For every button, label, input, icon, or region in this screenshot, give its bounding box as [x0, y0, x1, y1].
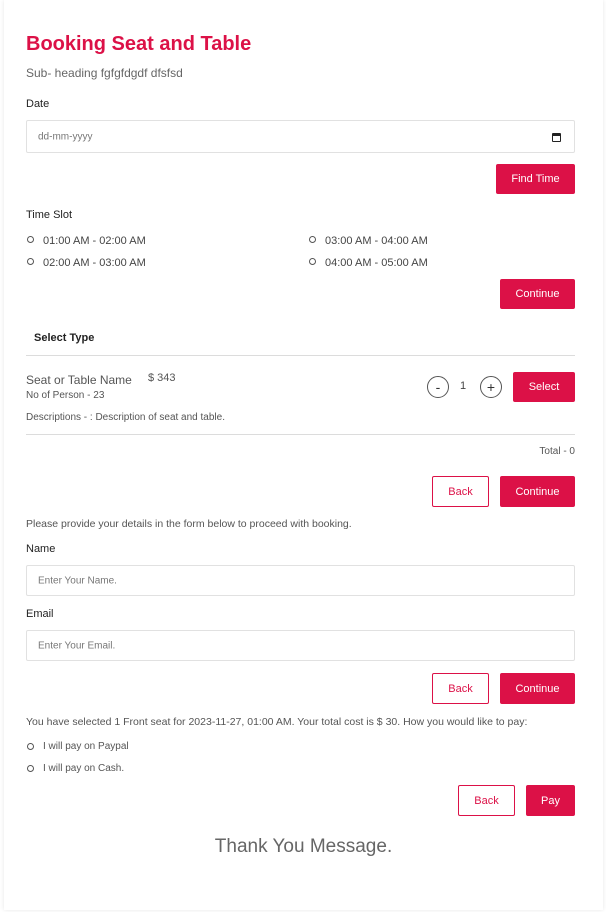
time-slot-option-1[interactable]: 01:00 AM - 02:00 AM: [43, 235, 146, 247]
seat-description: Descriptions - : Description of seat and…: [26, 412, 225, 423]
total-label: Total - 0: [539, 446, 575, 457]
booking-card: Booking Seat and Table Sub- heading fgfg…: [4, 0, 603, 910]
plus-icon: +: [486, 379, 496, 395]
date-placeholder: dd-mm-yyyy: [38, 131, 93, 142]
select-type-back-button[interactable]: Back: [432, 476, 489, 507]
date-label: Date: [26, 98, 50, 110]
email-label: Email: [26, 608, 54, 620]
name-placeholder: Enter Your Name.: [38, 575, 117, 586]
page-subtitle: Sub- heading fgfgfdgdf dfsfsd: [26, 66, 183, 80]
date-input[interactable]: dd-mm-yyyy: [26, 120, 575, 153]
pay-button[interactable]: Pay: [526, 785, 575, 816]
name-label: Name: [26, 543, 56, 555]
find-time-button[interactable]: Find Time: [496, 164, 575, 194]
seat-price: $ 343: [148, 372, 176, 384]
select-type-heading: Select Type: [34, 332, 95, 344]
paypal-option[interactable]: I will pay on Paypal: [43, 741, 129, 752]
time-slot-radio-2[interactable]: [27, 258, 34, 265]
seat-persons: No of Person - 23: [26, 390, 105, 401]
divider: [26, 355, 575, 356]
name-input[interactable]: Enter Your Name.: [26, 565, 575, 596]
email-placeholder: Enter Your Email.: [38, 640, 116, 651]
paypal-radio[interactable]: [27, 743, 34, 750]
cash-radio[interactable]: [27, 765, 34, 772]
time-slot-continue-button[interactable]: Continue: [500, 279, 575, 309]
payment-back-button[interactable]: Back: [458, 785, 515, 816]
payment-summary: You have selected 1 Front seat for 2023-…: [26, 716, 528, 728]
thank-you-message: Thank You Message.: [214, 836, 393, 857]
select-type-continue-button[interactable]: Continue: [500, 476, 575, 507]
time-slot-option-3[interactable]: 03:00 AM - 04:00 AM: [325, 235, 428, 247]
time-slot-option-2[interactable]: 02:00 AM - 03:00 AM: [43, 257, 146, 269]
time-slot-option-4[interactable]: 04:00 AM - 05:00 AM: [325, 257, 428, 269]
time-slot-radio-3[interactable]: [309, 236, 316, 243]
time-slot-radio-1[interactable]: [27, 236, 34, 243]
page-title: Booking Seat and Table: [26, 33, 252, 55]
quantity-value: 1: [460, 380, 467, 392]
minus-icon: -: [435, 379, 441, 395]
calendar-icon[interactable]: [552, 133, 561, 142]
seat-name: Seat or Table Name: [26, 373, 132, 387]
decrement-button[interactable]: -: [427, 376, 449, 398]
divider: [26, 434, 575, 435]
time-slot-label: Time Slot: [26, 209, 73, 221]
cash-option[interactable]: I will pay on Cash.: [43, 763, 124, 774]
details-continue-button[interactable]: Continue: [500, 673, 575, 704]
details-back-button[interactable]: Back: [432, 673, 489, 704]
increment-button[interactable]: +: [480, 376, 502, 398]
select-seat-button[interactable]: Select: [513, 372, 575, 402]
time-slot-radio-4[interactable]: [309, 258, 316, 265]
email-input[interactable]: Enter Your Email.: [26, 630, 575, 661]
details-intro: Please provide your details in the form …: [26, 518, 352, 530]
